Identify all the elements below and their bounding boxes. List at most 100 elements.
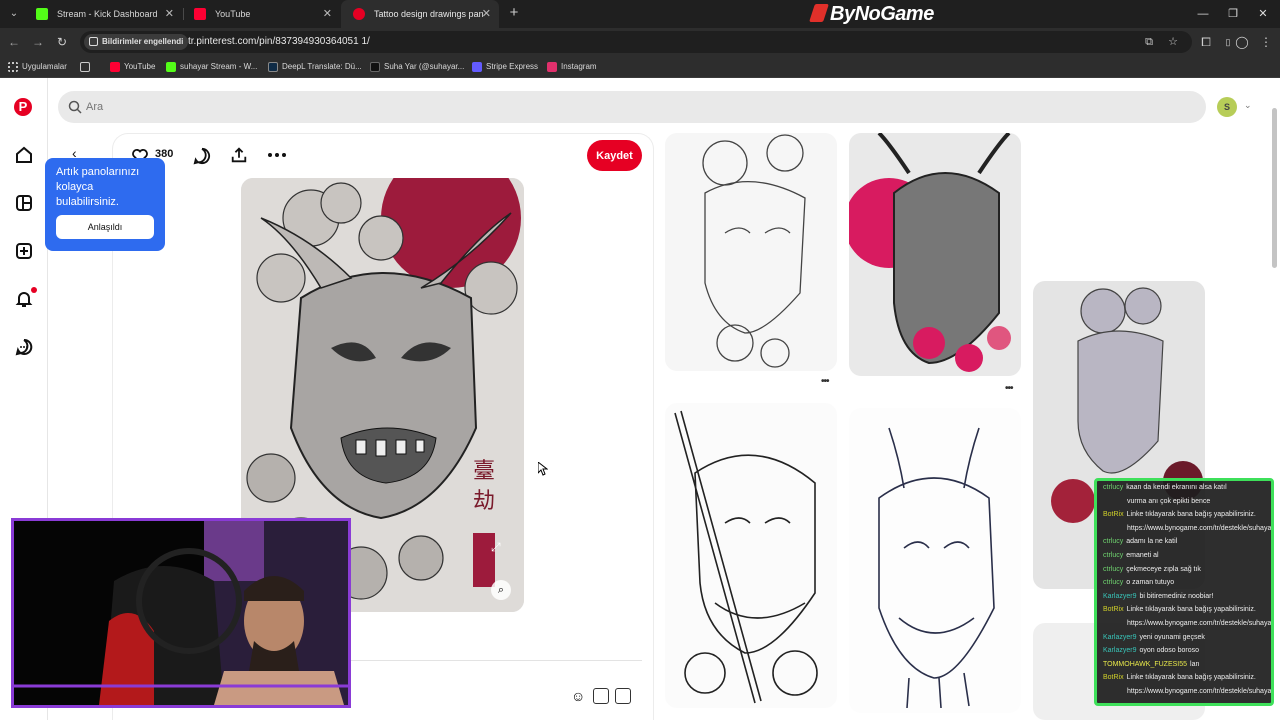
home-icon[interactable] — [14, 145, 34, 165]
chat-username: TOMMOHAWK_FUZESI55 — [1103, 660, 1188, 668]
related-pin-image — [878, 427, 995, 709]
boards-tooltip: Artık panolarınızı kolayca bulabilirsini… — [45, 158, 165, 251]
bookmark-grid[interactable] — [80, 56, 90, 78]
bookmarks-bar: Uygulamalar YouTube suhayar Stream - W..… — [0, 56, 1280, 78]
related-pin-image — [674, 410, 818, 704]
bookmark-kick-stream[interactable]: suhayar Stream - W... — [166, 56, 257, 78]
comment-icon[interactable] — [193, 147, 211, 165]
reload-button[interactable]: ↻ — [52, 32, 72, 52]
bookmark-label: Stripe Express — [486, 62, 539, 71]
apps-grid-icon — [8, 62, 18, 72]
close-icon[interactable]: ✕ — [323, 0, 332, 28]
bookmark-instagram[interactable]: Instagram — [547, 56, 597, 78]
youtube-icon — [194, 8, 206, 20]
search-input[interactable] — [86, 91, 1186, 123]
chat-message: BotRix Linke tıklayarak bana bağış yapabi… — [1103, 510, 1271, 519]
messages-icon[interactable] — [14, 337, 34, 357]
close-icon[interactable]: ✕ — [482, 0, 491, 28]
chat-text: Linke tıklayarak bana bağış yapabilirsin… — [1126, 511, 1256, 519]
expand-icon[interactable]: ⤢ — [491, 540, 501, 555]
save-button[interactable]: Kaydet — [587, 140, 642, 171]
address-bar[interactable]: Bildirimler engellendi tr.pinterest.com/… — [80, 31, 1192, 53]
chat-username: Karlazyer9 — [1103, 592, 1137, 600]
tab-strip: ⌄ Stream - Kick Dashboard ✕ YouTube ✕ Ta… — [0, 0, 1280, 28]
kick-icon — [166, 62, 176, 72]
got-it-button[interactable]: Anlaşıldı — [56, 215, 154, 239]
webcam-feed — [14, 521, 348, 705]
chat-message: BotRix Linke tıklayarak bana bağış yapabi… — [1103, 605, 1271, 614]
profile-icon[interactable]: ◯ — [1232, 32, 1252, 52]
more-options-icon[interactable]: ••• — [821, 376, 829, 387]
forward-button[interactable]: → — [28, 32, 48, 52]
extensions-icon[interactable]: ⧠ — [1196, 32, 1216, 52]
youtube-icon — [110, 62, 120, 72]
new-tab-button[interactable]: + — [504, 4, 524, 24]
tab-pinterest[interactable]: Tattoo design drawings panosu ✕ — [341, 0, 499, 28]
bookmark-star-icon[interactable]: ☆ — [1166, 35, 1180, 49]
related-pin[interactable] — [665, 403, 837, 708]
visual-search-icon[interactable]: ⌕ — [491, 580, 511, 600]
pinterest-logo-icon[interactable]: P — [14, 98, 32, 116]
window-close-button[interactable]: ✕ — [1248, 0, 1278, 28]
bookmark-tiktok[interactable]: Suha Yar (@suhayar... — [370, 56, 464, 78]
restore-button[interactable]: ❐ — [1218, 0, 1248, 28]
chat-message: ctrlucy çekmeceye zıpla sağ tık — [1103, 565, 1271, 574]
chat-text: https://www.bynogame.com/tr/destekle/suh… — [1127, 524, 1274, 532]
deepl-icon — [268, 62, 278, 72]
image-upload-icon[interactable] — [615, 688, 631, 704]
chat-username: ctrlucy — [1103, 484, 1124, 491]
chat-username: Karlazyer9 — [1103, 647, 1137, 655]
chat-message: Karlazyer9 oyon odoso boroso — [1103, 646, 1271, 655]
boards-icon[interactable] — [14, 193, 34, 213]
emoji-icon[interactable]: ☺ — [571, 688, 587, 704]
bookmark-youtube[interactable]: YouTube — [110, 56, 155, 78]
chat-text: Linke tıklayarak bana bağış yapabilirsin… — [1126, 674, 1256, 682]
search-icon — [68, 100, 82, 114]
notification-badge — [31, 287, 37, 293]
pinterest-icon — [353, 8, 365, 20]
avatar[interactable]: S — [1217, 97, 1237, 117]
menu-kebab-icon[interactable]: ⋮ — [1256, 32, 1276, 52]
bookmark-deepl[interactable]: DeepL Translate: Dü... — [268, 56, 362, 78]
chat-text: o zaman tutuyo — [1126, 579, 1175, 587]
related-pin[interactable] — [849, 133, 1021, 376]
related-pin[interactable] — [849, 408, 1021, 713]
notification-chip-label: Bildirimler engellendi — [102, 37, 184, 46]
share-icon[interactable] — [230, 146, 248, 164]
bookmark-label: suhayar Stream - W... — [180, 62, 258, 71]
bookmark-label: Instagram — [561, 62, 597, 71]
tab-search-icon[interactable]: ⌄ — [4, 4, 24, 24]
kick-icon — [36, 8, 48, 20]
chat-username: ctrlucy — [1103, 538, 1124, 546]
instagram-icon — [547, 62, 557, 72]
chat-message: ctrlucy kaan da kendi ekranını alsa katıl — [1103, 483, 1271, 492]
bookmark-label: Uygulamalar — [22, 62, 67, 71]
create-icon[interactable] — [14, 241, 34, 261]
related-pin[interactable] — [665, 133, 837, 371]
sticker-icon[interactable] — [593, 688, 609, 704]
back-button[interactable]: ← — [4, 32, 24, 52]
tab-kick-dashboard[interactable]: Stream - Kick Dashboard ✕ — [24, 0, 182, 28]
notifications-blocked-chip[interactable]: Bildirimler engellendi — [84, 34, 189, 50]
bookmark-label: Suha Yar (@suhayar... — [384, 62, 465, 71]
stream-chat-overlay: ctrlucy kaan da kendi ekranını alsa katıl… — [1094, 478, 1274, 706]
chat-text: https://www.bynogame.com/tr/destekle/suh… — [1127, 688, 1274, 695]
chat-username: ctrlucy — [1103, 565, 1124, 573]
close-icon[interactable]: ✕ — [165, 0, 174, 28]
tooltip-text: Artık panolarınızı kolayca bulabilirsini… — [56, 166, 140, 208]
more-options-icon[interactable] — [267, 152, 287, 158]
more-options-icon[interactable]: ••• — [1005, 383, 1013, 394]
chat-text: emaneti al — [1126, 552, 1159, 559]
bookmark-apps[interactable]: Uygulamalar — [8, 56, 67, 78]
tab-title: YouTube — [215, 9, 251, 19]
chevron-down-icon[interactable]: ⌄ — [1244, 100, 1252, 111]
chat-text: Linke tıklayarak bana bağış yapabilirsin… — [1126, 606, 1256, 614]
minimize-button[interactable]: — — [1188, 0, 1218, 28]
tab-youtube[interactable]: YouTube ✕ — [182, 0, 340, 28]
page-scrollbar[interactable] — [1272, 108, 1277, 268]
url-text[interactable]: tr.pinterest.com/pin/837394930364051 1/ — [188, 31, 370, 53]
bookmark-stripe[interactable]: Stripe Express — [472, 56, 538, 78]
brand-text: ByNoGame — [830, 3, 934, 25]
install-app-icon[interactable]: ⧉ — [1142, 35, 1156, 49]
chat-text: lan — [1190, 660, 1200, 668]
